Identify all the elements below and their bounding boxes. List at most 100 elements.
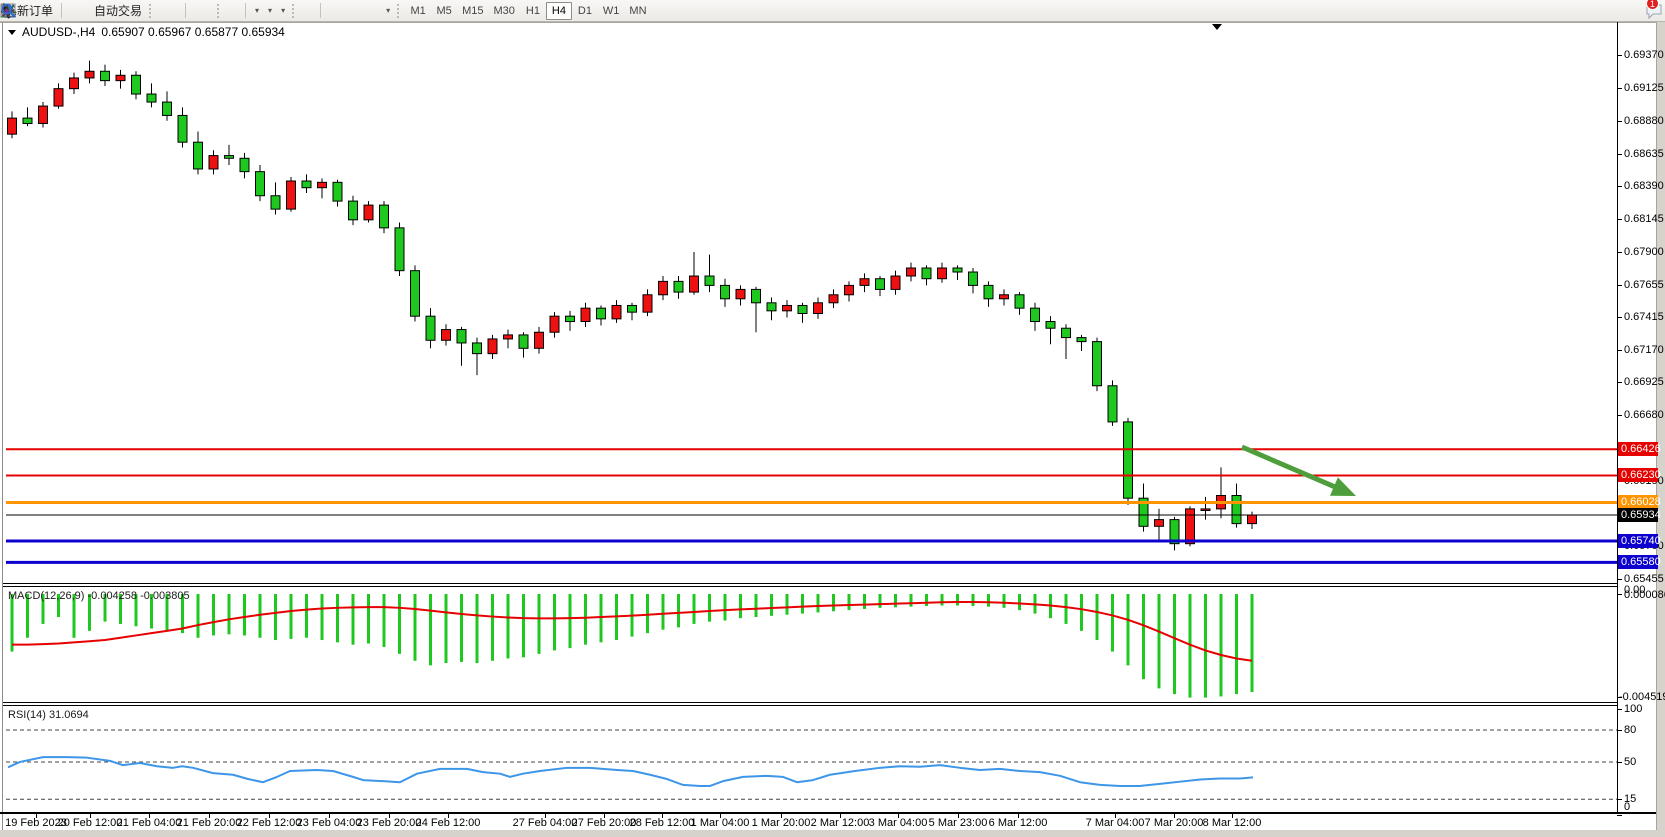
candle-body — [209, 156, 218, 169]
periods-button[interactable]: ▾ — [263, 1, 276, 21]
candle-body — [1046, 322, 1055, 329]
time-axis-label: 6 Mar 12:00 — [978, 817, 1058, 829]
macd-histogram-bar — [646, 594, 649, 633]
price-axis-tick — [1617, 252, 1622, 253]
candle — [535, 327, 544, 354]
rsi-axis-tick — [1617, 709, 1622, 710]
crosshair-button[interactable] — [308, 1, 316, 21]
templates-dropdown-caret[interactable]: ▾ — [281, 6, 285, 15]
macd-histogram-bar — [445, 594, 448, 663]
chart-shift-button[interactable] — [233, 1, 241, 21]
auto-trading-button[interactable]: 自动交易 — [90, 1, 146, 21]
candle-body — [116, 75, 125, 80]
trend-arrow[interactable] — [1242, 447, 1356, 496]
panel-separator[interactable] — [3, 705, 1617, 706]
new-order-button[interactable]: 新订单 — [13, 1, 57, 21]
zoom-in-button[interactable] — [190, 1, 198, 21]
timeframe-MN[interactable]: MN — [624, 2, 651, 20]
candle — [938, 263, 947, 283]
price-axis-label: 0.66925 — [1624, 376, 1664, 389]
candle-body — [1062, 328, 1071, 337]
price-axis-tick — [1617, 350, 1622, 351]
candle-body — [1093, 342, 1102, 386]
candle-body — [287, 181, 296, 209]
macd-histogram-bar — [1220, 594, 1223, 696]
cursor-button[interactable] — [300, 1, 308, 21]
candle — [271, 182, 280, 214]
templates-button[interactable]: ▾ — [276, 1, 289, 21]
chat-button[interactable]: 1 — [1645, 1, 1653, 21]
macd-label: MACD(12,26,9) -0.004258 -0.003805 — [8, 590, 190, 602]
zoom-out-button[interactable] — [198, 1, 206, 21]
candle-body — [829, 295, 838, 303]
macd-histogram-bar — [1142, 594, 1145, 679]
arrows-button[interactable]: ▾ — [381, 1, 394, 21]
timeframe-M15[interactable]: M15 — [457, 2, 488, 20]
equidistant-channel-button[interactable]: E — [349, 1, 357, 21]
timeframe-H1[interactable]: H1 — [520, 2, 546, 20]
price-axis-label: 0.67900 — [1624, 246, 1664, 259]
panel-separator[interactable] — [3, 702, 1617, 703]
indicators-button[interactable]: ▾ — [250, 1, 263, 21]
price-axis-label: 0.67170 — [1624, 344, 1664, 357]
panel-separator[interactable] — [3, 586, 1617, 587]
candle-body — [364, 205, 373, 220]
macd-histogram-bar — [848, 594, 851, 610]
macd-histogram-bar — [476, 594, 479, 663]
macd-histogram-bar — [414, 594, 417, 661]
text-button[interactable]: A — [365, 1, 373, 21]
candle-body — [767, 303, 776, 311]
signals-button[interactable] — [82, 1, 90, 21]
candlestick-chart-button[interactable] — [165, 1, 173, 21]
fibonacci-button[interactable]: F — [357, 1, 365, 21]
macd-histogram-bar — [863, 594, 866, 609]
candle-body — [969, 272, 978, 285]
timeframe-H4[interactable]: H4 — [546, 2, 572, 20]
timeframe-M1[interactable]: M1 — [405, 2, 431, 20]
bar-chart-button[interactable] — [157, 1, 165, 21]
chart-shift-marker[interactable] — [1212, 24, 1222, 30]
macd-histogram-bar — [941, 594, 944, 606]
candle — [659, 276, 668, 300]
tile-windows-button[interactable] — [206, 1, 214, 21]
periods-dropdown-caret[interactable]: ▾ — [268, 6, 272, 15]
candle — [1248, 512, 1257, 529]
time-axis-label: 24 Feb 12:00 — [408, 817, 488, 829]
symbol-dropdown-icon[interactable] — [8, 30, 16, 35]
symbol-period-label: AUDUSD-,H4 — [22, 25, 95, 39]
candle-body — [736, 289, 745, 298]
macd-histogram-bar — [1173, 594, 1176, 694]
timeframe-M30[interactable]: M30 — [489, 2, 520, 20]
line-chart-button[interactable] — [173, 1, 181, 21]
market-watch-button[interactable] — [66, 1, 74, 21]
text-label-button[interactable]: T — [373, 1, 381, 21]
candle-body — [178, 115, 187, 142]
candle-body — [380, 205, 389, 228]
search-icon — [0, 2, 17, 19]
candle-body — [411, 271, 420, 317]
arrows-dropdown-caret[interactable]: ▾ — [386, 6, 390, 15]
macd-histogram-bar — [569, 594, 572, 648]
macd-histogram-bar — [693, 594, 696, 624]
timeframe-W1[interactable]: W1 — [598, 2, 625, 20]
data-window-button[interactable] — [74, 1, 82, 21]
candle — [504, 330, 513, 349]
macd-histogram-bar — [1158, 594, 1161, 688]
trendline-button[interactable] — [341, 1, 349, 21]
vertical-line-button[interactable] — [325, 1, 333, 21]
candle-body — [891, 276, 900, 289]
candle — [550, 312, 559, 337]
rsi-axis-tick — [1617, 762, 1622, 763]
candle — [721, 279, 730, 307]
auto-scroll-button[interactable] — [225, 1, 233, 21]
macd-histogram-bar — [398, 594, 401, 654]
timeframe-D1[interactable]: D1 — [572, 2, 598, 20]
panel-separator[interactable] — [3, 583, 1617, 584]
search-button[interactable] — [1637, 1, 1645, 21]
candle-body — [302, 181, 311, 188]
timeframe-M5[interactable]: M5 — [431, 2, 457, 20]
indicators-dropdown-caret[interactable]: ▾ — [255, 6, 259, 15]
horizontal-line-button[interactable] — [333, 1, 341, 21]
candle-body — [550, 316, 559, 332]
line-price-label-0.65740: 0.65740 — [1618, 534, 1658, 548]
